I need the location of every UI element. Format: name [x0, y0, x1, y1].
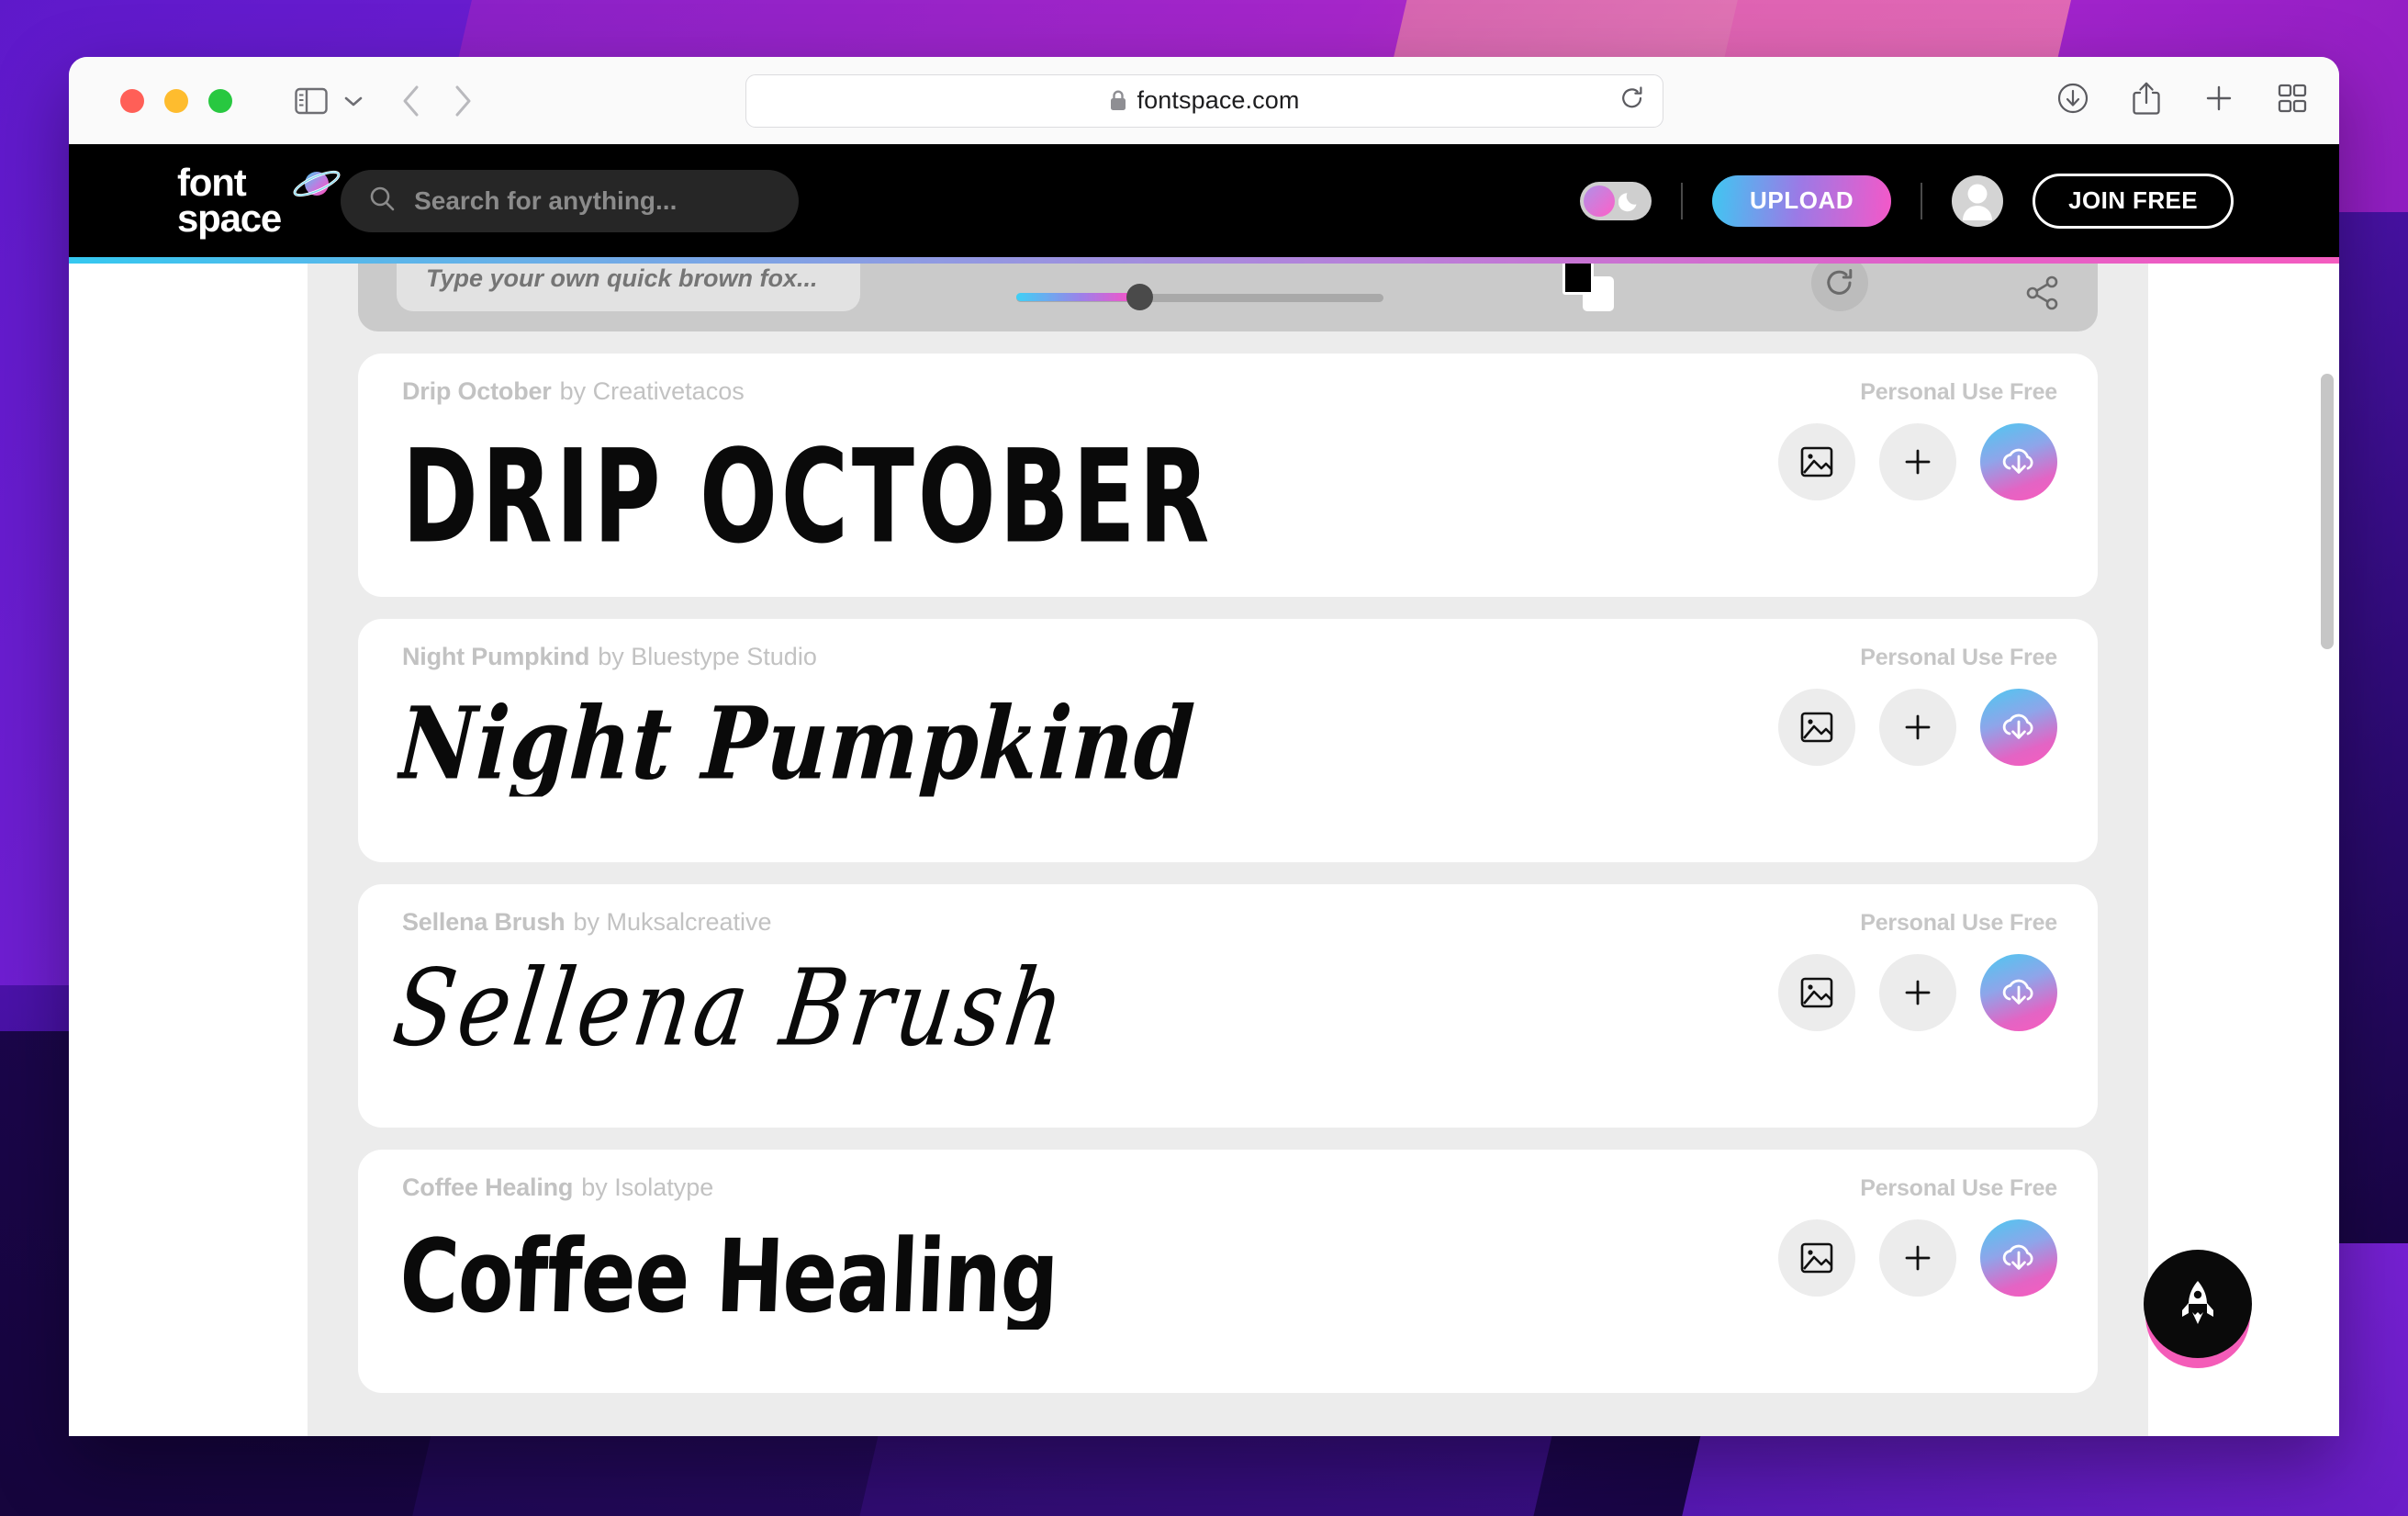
new-tab-icon[interactable] — [2203, 83, 2234, 118]
header-actions: UPLOAD JOIN FREE — [1580, 173, 2234, 229]
license-label: Personal Use Free — [1860, 379, 2057, 405]
license-label: Personal Use Free — [1860, 645, 2057, 670]
fontspace-logo[interactable]: font space — [177, 160, 341, 240]
font-card[interactable]: Sellena Brush by Muksalcreative Personal… — [358, 884, 2098, 1128]
preview-image-button[interactable] — [1778, 1219, 1855, 1297]
download-icon[interactable] — [2056, 82, 2089, 119]
rocket-icon — [2182, 1281, 2213, 1324]
page-scrollbar[interactable] — [2321, 264, 2334, 1436]
font-card-header: Sellena Brush by Muksalcreative Personal… — [402, 908, 2057, 937]
add-to-collection-button[interactable] — [1879, 689, 1956, 766]
search-icon — [368, 185, 396, 217]
url-input[interactable]: fontspace.com — [745, 73, 1663, 128]
add-to-collection-button[interactable] — [1879, 423, 1956, 500]
preview-image-button[interactable] — [1778, 689, 1855, 766]
accent-gradient-bar — [69, 257, 2339, 264]
refresh-button[interactable] — [1811, 264, 1868, 311]
sidebar-toggle-icon[interactable] — [295, 87, 328, 115]
add-to-collection-button[interactable] — [1879, 954, 1956, 1031]
custom-preview-text-input[interactable] — [397, 264, 860, 311]
forward-button[interactable] — [451, 83, 475, 119]
slider-thumb[interactable] — [1126, 284, 1153, 310]
maximize-window-button[interactable] — [208, 88, 232, 113]
font-card-actions — [1778, 1219, 2057, 1297]
reload-icon[interactable] — [1620, 85, 1644, 116]
logo-line-2: space — [177, 196, 282, 240]
add-to-collection-button[interactable] — [1879, 1219, 1956, 1297]
preview-toolbar — [358, 264, 2098, 331]
font-list-column: Drip October by Creativetacos Personal U… — [308, 264, 2148, 1436]
page-content: Drip October by Creativetacos Personal U… — [69, 264, 2339, 1436]
font-author[interactable]: by Creativetacos — [560, 377, 745, 406]
logo-line-1: font — [177, 160, 247, 204]
font-card-actions — [1778, 954, 2057, 1031]
download-button[interactable] — [1980, 954, 2057, 1031]
header-divider — [1921, 182, 1923, 219]
font-name[interactable]: Drip October — [402, 377, 552, 406]
license-label: Personal Use Free — [1860, 910, 2057, 936]
scrollbar-thumb[interactable] — [2321, 374, 2334, 649]
color-swatch-foreground — [1562, 264, 1594, 295]
font-name[interactable]: Night Pumpkind — [402, 643, 589, 671]
url-text: fontspace.com — [1137, 86, 1300, 114]
font-card[interactable]: Night Pumpkind by Bluestype Studio Perso… — [358, 619, 2098, 862]
back-button[interactable] — [399, 83, 423, 119]
toggle-knob — [1584, 185, 1616, 217]
rocket-fab-button[interactable] — [2144, 1250, 2252, 1358]
license-label: Personal Use Free — [1860, 1175, 2057, 1201]
font-card[interactable]: Drip October by Creativetacos Personal U… — [358, 354, 2098, 597]
font-card-actions — [1778, 689, 2057, 766]
avatar[interactable] — [1952, 174, 2004, 227]
dark-mode-toggle[interactable] — [1580, 181, 1652, 220]
font-size-slider[interactable] — [1016, 284, 1383, 311]
preview-image-button[interactable] — [1778, 423, 1855, 500]
site-header: font space Search for anything... UPLOAD… — [69, 144, 2339, 257]
minimize-window-button[interactable] — [164, 88, 188, 113]
font-name[interactable]: Sellena Brush — [402, 908, 566, 937]
search-input[interactable]: Search for anything... — [341, 169, 800, 232]
share-icon[interactable] — [2132, 81, 2161, 120]
browser-toolbar: fontspace.com — [69, 57, 2339, 144]
lock-icon — [1109, 89, 1127, 112]
close-window-button[interactable] — [120, 88, 144, 113]
share-nodes-icon[interactable] — [2024, 275, 2061, 311]
chevron-down-icon[interactable] — [342, 94, 364, 108]
window-traffic-lights — [120, 88, 232, 113]
font-card-header: Coffee Healing by Isolatype Personal Use… — [402, 1173, 2057, 1202]
slider-fill — [1016, 293, 1137, 301]
tab-overview-icon[interactable] — [2277, 83, 2308, 118]
font-card-actions — [1778, 423, 2057, 500]
planet-icon — [289, 162, 344, 210]
font-author[interactable]: by Isolatype — [581, 1173, 713, 1202]
font-author[interactable]: by Bluestype Studio — [598, 643, 817, 671]
download-button[interactable] — [1980, 1219, 2057, 1297]
header-divider — [1681, 182, 1684, 219]
search-placeholder: Search for anything... — [414, 185, 678, 215]
moon-icon — [1618, 189, 1642, 218]
join-free-button[interactable]: JOIN FREE — [2033, 173, 2234, 229]
browser-window: fontspace.com font space Search for anyt… — [69, 57, 2339, 1436]
font-card-header: Night Pumpkind by Bluestype Studio Perso… — [402, 643, 2057, 671]
color-swatch-button[interactable] — [1562, 264, 1614, 311]
font-card-header: Drip October by Creativetacos Personal U… — [402, 377, 2057, 406]
font-name[interactable]: Coffee Healing — [402, 1173, 573, 1202]
preview-image-button[interactable] — [1778, 954, 1855, 1031]
font-specimen: DRIP OCTOBER — [402, 430, 1214, 566]
download-button[interactable] — [1980, 689, 2057, 766]
download-button[interactable] — [1980, 423, 2057, 500]
font-author[interactable]: by Muksalcreative — [573, 908, 771, 937]
page-margin-left — [69, 264, 308, 1436]
upload-button[interactable]: UPLOAD — [1712, 174, 1892, 227]
font-card[interactable]: Coffee Healing by Isolatype Personal Use… — [358, 1150, 2098, 1393]
browser-toolbar-right — [2056, 81, 2308, 120]
